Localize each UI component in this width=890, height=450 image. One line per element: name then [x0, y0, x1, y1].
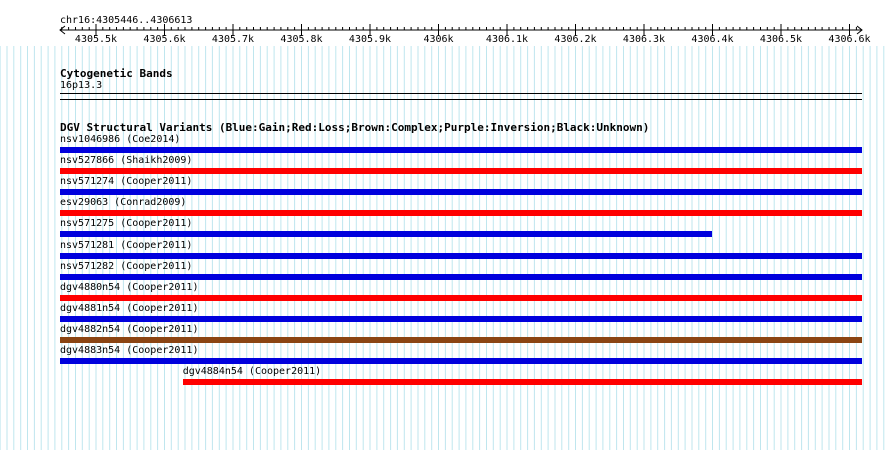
variant-bar-loss[interactable] [182, 379, 862, 386]
ruler-tick-label: 4306.6k [828, 34, 871, 45]
coordinate-label: chr16:4305446..4306613 [60, 15, 193, 26]
variant-bar-gain[interactable] [60, 231, 713, 238]
variant-label[interactable]: nsv571282 (Cooper2011) [60, 261, 192, 273]
variant-label[interactable]: dgv4882n54 (Cooper2011) [60, 324, 198, 336]
variant-bar-gain[interactable] [60, 189, 862, 196]
cytoband-label[interactable]: 16p13.3 [60, 80, 102, 92]
variant-bar-loss[interactable] [60, 294, 862, 301]
variant-bar-gain[interactable] [60, 358, 862, 364]
ruler-tick-label: 4306.1k [485, 34, 529, 45]
variant-label[interactable]: nsv571274 (Cooper2011) [60, 176, 192, 188]
variant-label[interactable]: dgv4883n54 (Cooper2011) [60, 345, 198, 357]
variant-label[interactable]: dgv4884n54 (Cooper2011) [183, 366, 321, 378]
variant-bar-complex[interactable] [60, 336, 862, 343]
variant-label[interactable]: dgv4880n54 (Cooper2011) [60, 282, 198, 294]
cytoband-track-title: Cytogenetic Bands [60, 67, 173, 80]
ruler-tick-label: 4305.6k [143, 34, 186, 45]
ruler-tick-label: 4305.7k [211, 34, 255, 45]
variant-bar-gain[interactable] [60, 252, 862, 259]
variant-label[interactable]: nsv1046986 (Coe2014) [60, 134, 180, 146]
ruler-tick-label: 4305.5k [74, 34, 118, 45]
cytoband-bottom-line [60, 99, 862, 100]
ruler-tick-label: 4306.3k [622, 34, 666, 45]
variant-label[interactable]: nsv527866 (Shaikh2009) [60, 155, 192, 167]
cytoband-top-line [60, 93, 862, 94]
ruler-tick-label: 4306k [423, 34, 454, 45]
dgv-track-title: DGV Structural Variants (Blue:Gain;Red:L… [60, 121, 650, 134]
variant-bar-gain[interactable] [60, 147, 862, 153]
ruler-tick-label: 4305.8k [280, 34, 323, 45]
variant-bar-loss[interactable] [60, 210, 862, 217]
ruler-tick-label: 4306.4k [691, 34, 734, 45]
variant-label[interactable]: dgv4881n54 (Cooper2011) [60, 303, 198, 315]
variant-label[interactable]: nsv571275 (Cooper2011) [60, 218, 192, 230]
variant-label[interactable]: esv29063 (Conrad2009) [60, 197, 186, 209]
variant-bar-gain[interactable] [60, 273, 862, 280]
ruler-tick-label: 4305.9k [348, 34, 392, 45]
variant-bar-gain[interactable] [60, 315, 862, 322]
ruler-tick-label: 4306.2k [554, 34, 597, 45]
ruler-tick-label: 4306.5k [759, 34, 803, 45]
variant-label[interactable]: nsv571281 (Cooper2011) [60, 240, 192, 252]
variant-bar-loss[interactable] [60, 168, 862, 175]
